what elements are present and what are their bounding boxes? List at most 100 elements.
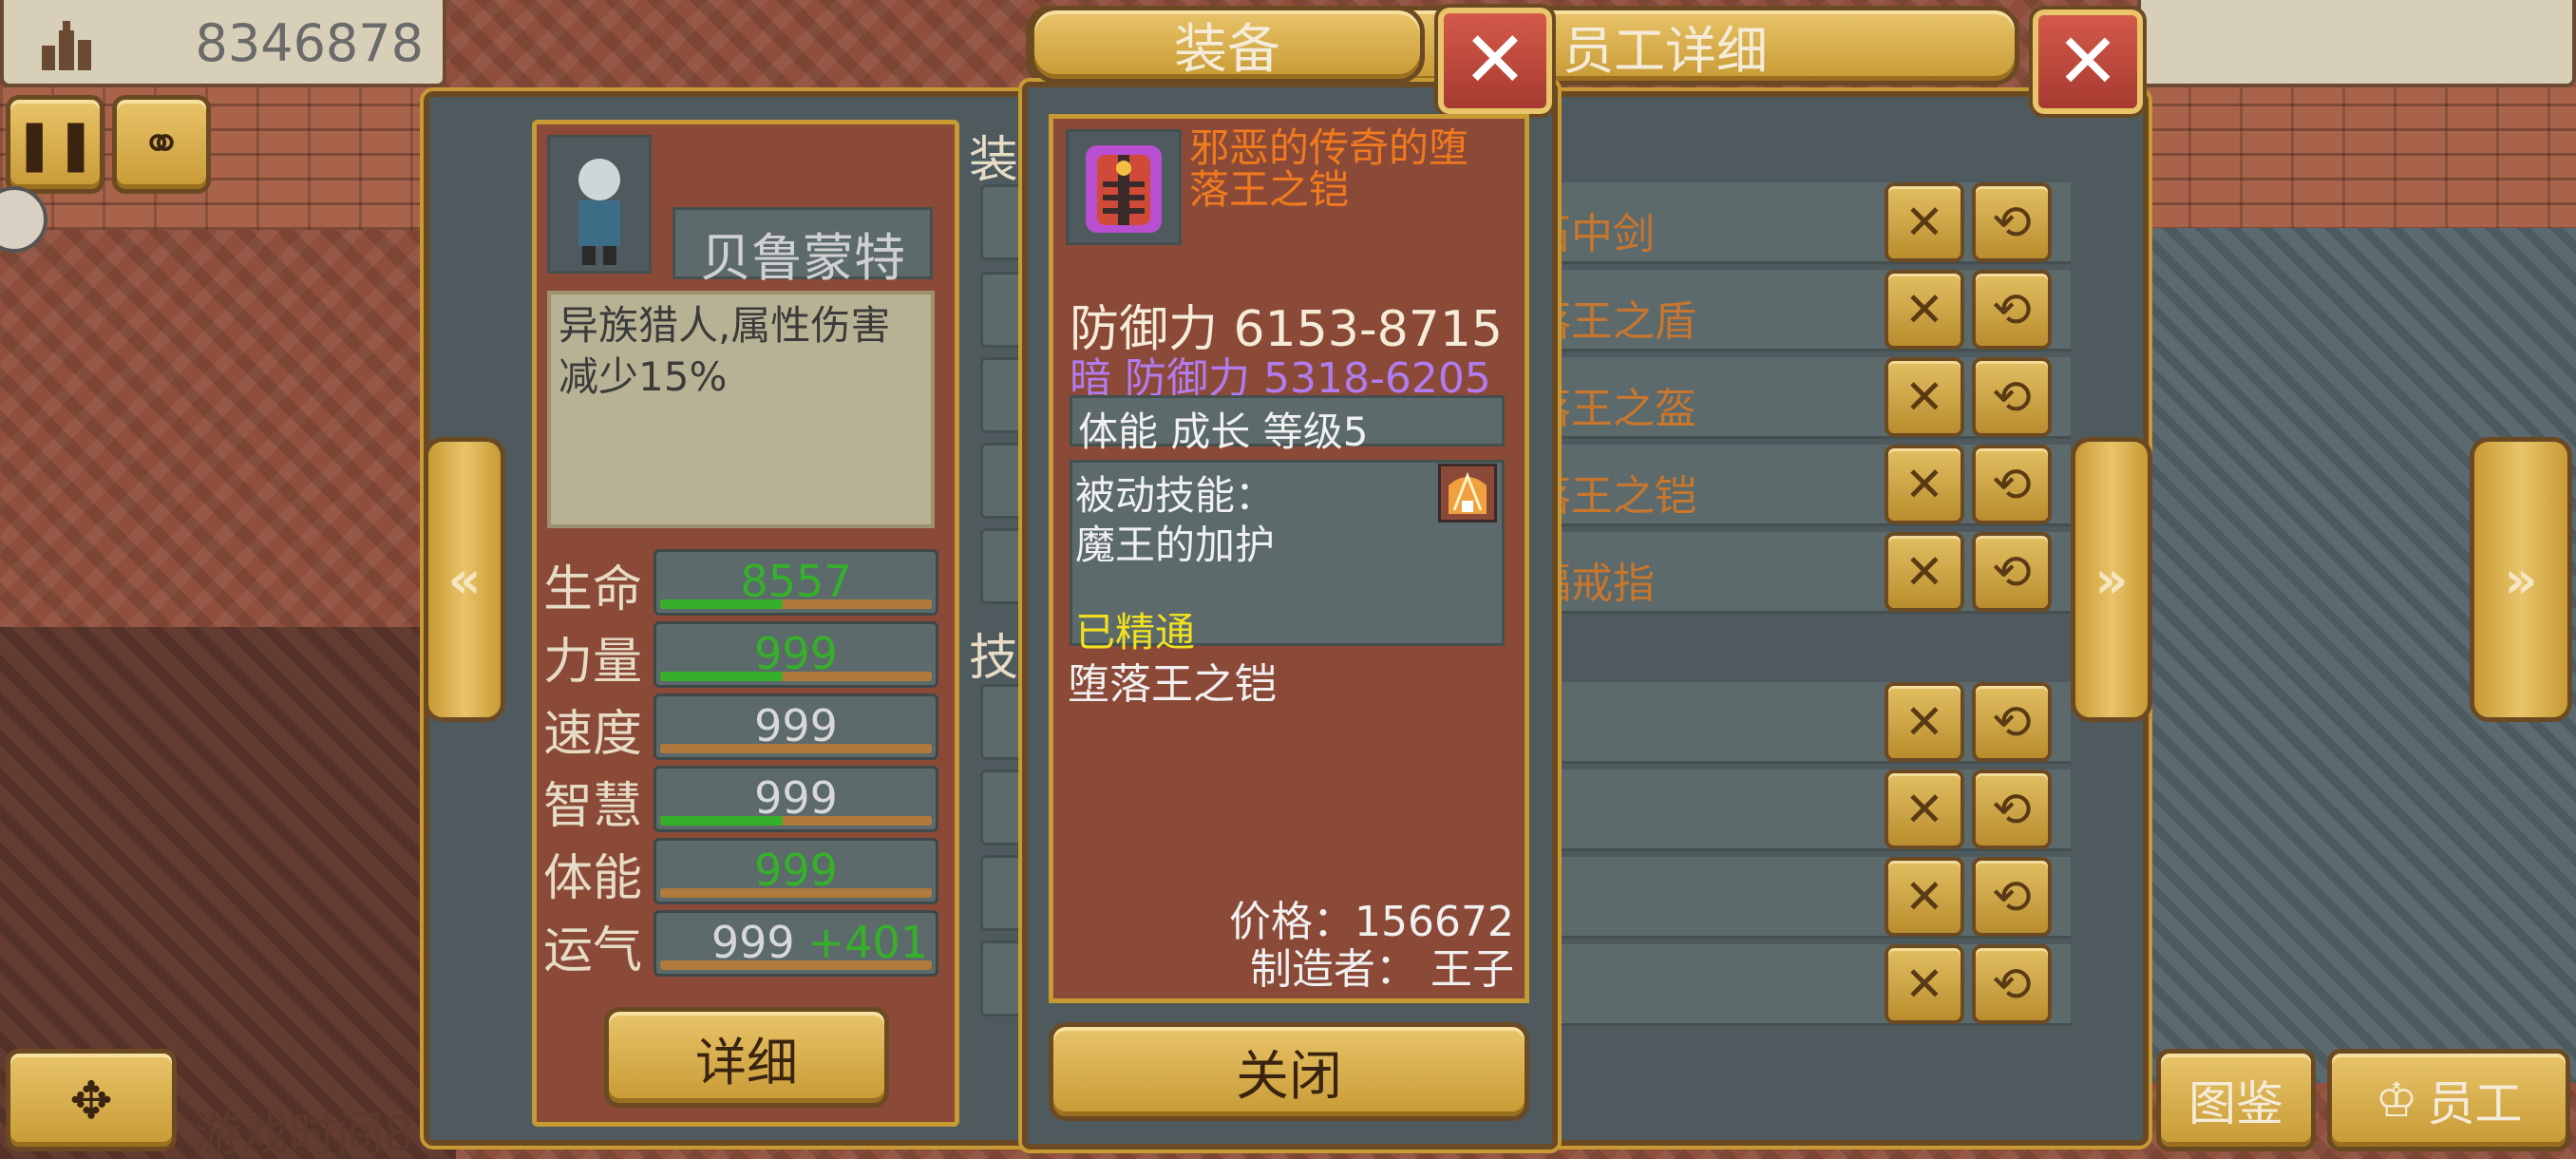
- stat-fill: [660, 816, 783, 826]
- detail-button[interactable]: 详细: [604, 1007, 889, 1108]
- passive-name: 魔王的加护: [1075, 522, 1276, 568]
- prev-arrow-button[interactable]: «: [424, 437, 505, 722]
- building-icon: [38, 19, 104, 72]
- swap-icon: ⟲: [1992, 869, 2032, 924]
- move-icon: ✥: [69, 1070, 113, 1130]
- double-right-icon: »: [2094, 549, 2129, 610]
- character-portrait: [547, 135, 652, 274]
- unequip-icon: ✕: [1904, 457, 1944, 512]
- unequip-icon: ✕: [1904, 957, 1944, 1012]
- stat-track: [660, 888, 932, 898]
- unequip-icon: ✕: [1904, 195, 1944, 250]
- stat-label: 运气: [543, 922, 643, 979]
- staff-label: 员工: [2427, 1076, 2523, 1131]
- close-dialog-button[interactable]: 关闭: [1049, 1022, 1529, 1121]
- stat-label: 力量: [543, 634, 643, 691]
- stat-track: [660, 960, 932, 970]
- swap-button[interactable]: ⟲: [1972, 532, 2052, 612]
- stat-bar: 8557: [653, 549, 938, 616]
- dpad-button[interactable]: ✥: [6, 1049, 177, 1151]
- equip-dialog-close-x-button[interactable]: ✕: [1434, 4, 1556, 118]
- stat-bar: 999 +401: [653, 910, 938, 977]
- outer-next-arrow-button[interactable]: »: [2470, 437, 2572, 722]
- stat-label: 生命: [543, 561, 643, 618]
- game-time: 游戏时间8: [194, 1107, 414, 1159]
- unequip-icon: ✕: [1904, 544, 1944, 599]
- skill-section-label: 技: [969, 630, 1019, 687]
- staff-detail-title: 员工详细: [1563, 20, 1768, 81]
- swap-button[interactable]: ⟲: [1972, 944, 2052, 1024]
- unequip-icon: ✕: [1904, 694, 1944, 750]
- stat-fill: [660, 599, 783, 609]
- unequip-icon: ✕: [1904, 869, 1944, 924]
- link-icon: ⚭: [141, 116, 182, 173]
- item-name: 邪恶的传奇的堕落王之铠: [1189, 124, 1469, 213]
- equip-dialog-title-bar: 装备: [1030, 6, 1425, 84]
- unequip-button[interactable]: ✕: [1885, 182, 1964, 262]
- brick-wall-right: [2137, 87, 2576, 230]
- crown-icon: ♔: [2375, 1073, 2418, 1128]
- passive-skill-icon: [1438, 464, 1497, 522]
- next-arrow-button[interactable]: »: [2071, 437, 2152, 722]
- unequip-button[interactable]: ✕: [1885, 445, 1964, 524]
- unequip-button[interactable]: ✕: [1885, 682, 1964, 762]
- swap-icon: ⟲: [1992, 782, 2032, 837]
- stat-label: 体能: [543, 850, 643, 907]
- item-base-name: 堕落王之铠: [1068, 660, 1277, 709]
- swap-button[interactable]: ⟲: [1972, 182, 2052, 262]
- swap-button[interactable]: ⟲: [1972, 357, 2052, 437]
- swap-button[interactable]: ⟲: [1972, 682, 2052, 762]
- stat-label: 速度: [543, 706, 643, 763]
- stat-track: [660, 816, 932, 826]
- swap-icon: ⟲: [1992, 544, 2032, 599]
- stat-bar: 999: [653, 838, 938, 904]
- unequip-button[interactable]: ✕: [1885, 770, 1964, 849]
- stat-track: [660, 744, 932, 753]
- unequip-icon: ✕: [1904, 282, 1944, 337]
- armor-item-icon: [1066, 129, 1182, 245]
- swap-button[interactable]: ⟲: [1972, 445, 2052, 524]
- unequip-button[interactable]: ✕: [1885, 857, 1964, 937]
- encyclopedia-button[interactable]: 图鉴: [2156, 1049, 2316, 1151]
- unequip-button[interactable]: ✕: [1885, 944, 1964, 1024]
- double-right-icon: »: [2504, 549, 2538, 610]
- close-icon: ✕: [1462, 15, 1528, 105]
- equip-dialog-title: 装备: [1174, 18, 1280, 81]
- unequip-button[interactable]: ✕: [1885, 270, 1964, 350]
- swap-icon: ⟲: [1992, 282, 2032, 337]
- swap-button[interactable]: ⟲: [1972, 857, 2052, 937]
- unequip-icon: ✕: [1904, 782, 1944, 837]
- close-icon: ✕: [2055, 17, 2120, 105]
- stat-bar: 999: [653, 766, 938, 832]
- unequip-button[interactable]: ✕: [1885, 357, 1964, 437]
- stat-bar: 999: [653, 621, 938, 688]
- swap-button[interactable]: ⟲: [1972, 270, 2052, 350]
- swap-icon: ⟲: [1992, 957, 2032, 1012]
- detail-button-label: 详细: [695, 1032, 798, 1092]
- growth-box: 体能 成长 等级5: [1070, 395, 1505, 455]
- encyclopedia-label: 图鉴: [2188, 1076, 2283, 1131]
- pause-icon: ❚❚: [13, 116, 97, 173]
- equip-section-label: 装: [969, 132, 1019, 189]
- link-button[interactable]: ⚭: [112, 95, 211, 194]
- staff-detail-close-button[interactable]: ✕: [2029, 6, 2147, 118]
- stat-bar: 999: [653, 694, 938, 760]
- stat-track: [660, 672, 932, 681]
- pause-button[interactable]: ❚❚: [6, 95, 104, 194]
- money-value: 8346878: [195, 13, 425, 73]
- character-description: 异族猎人,属性伤害减少15%: [547, 291, 935, 528]
- double-left-icon: «: [447, 549, 482, 610]
- swap-icon: ⟲: [1992, 694, 2032, 750]
- item-maker: 制造者： 王子: [1250, 945, 1514, 994]
- top-bar-right: [2137, 0, 2576, 87]
- staff-button[interactable]: ♔ 员工: [2327, 1049, 2570, 1151]
- swap-icon: ⟲: [1992, 195, 2032, 250]
- stat-fill: [660, 672, 783, 681]
- close-dialog-label: 关闭: [1236, 1045, 1342, 1108]
- character-name: 贝鲁蒙特: [672, 207, 933, 288]
- unequip-button[interactable]: ✕: [1885, 532, 1964, 612]
- unequip-icon: ✕: [1904, 370, 1944, 425]
- swap-icon: ⟲: [1992, 457, 2032, 512]
- stat-track: [660, 599, 932, 609]
- swap-button[interactable]: ⟲: [1972, 770, 2052, 849]
